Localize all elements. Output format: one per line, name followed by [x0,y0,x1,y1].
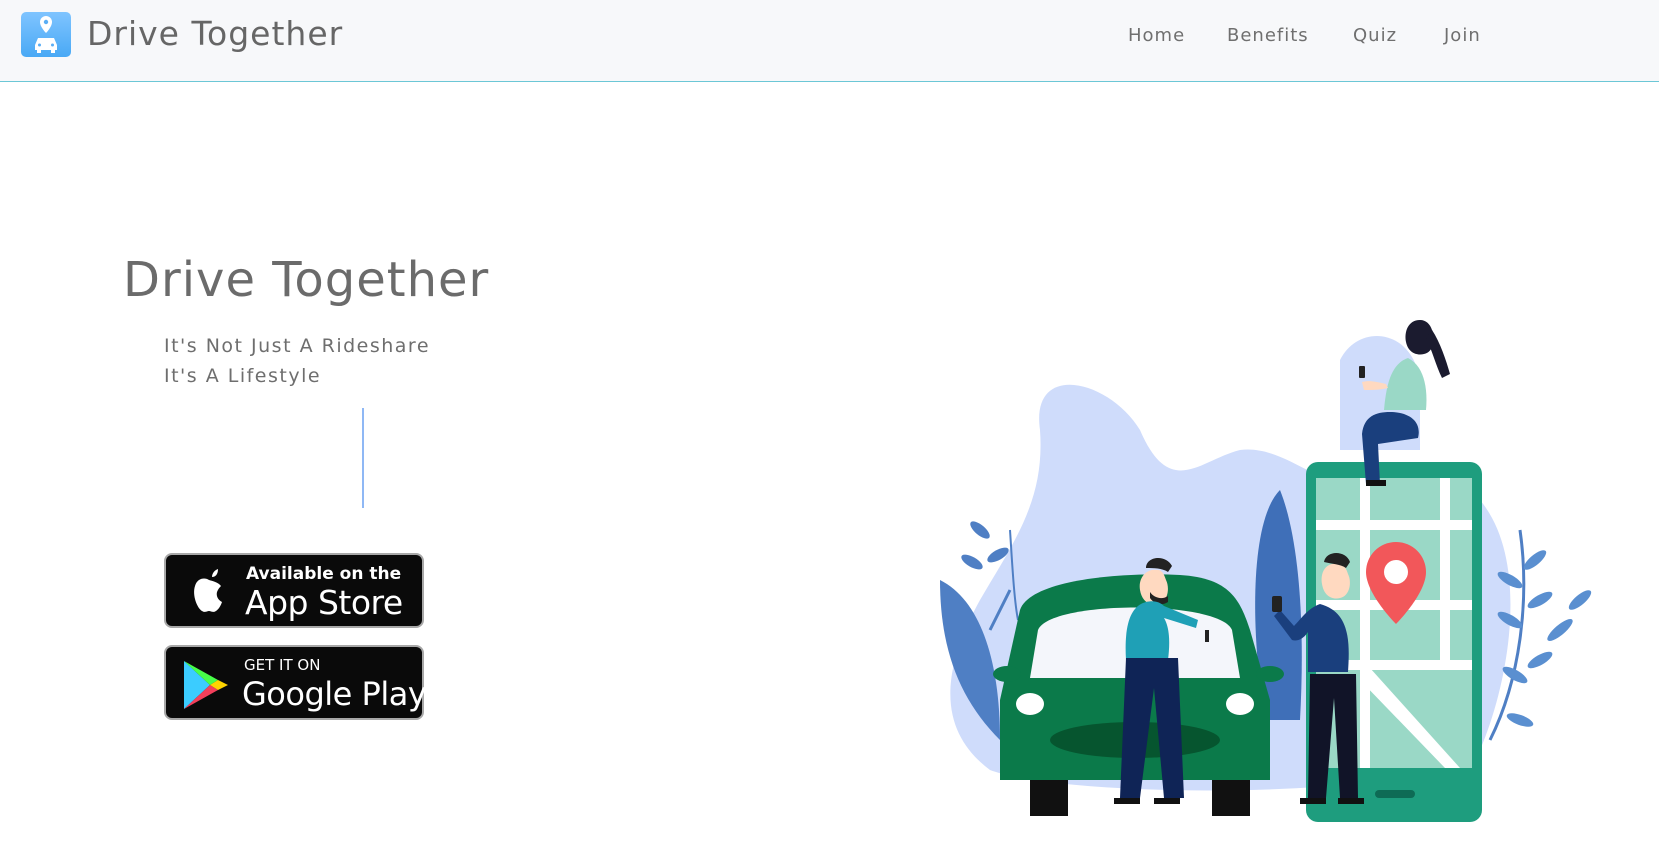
navbar: Drive Together Home Benefits Quiz Join [0,0,1659,82]
rideshare-illustration [940,320,1592,822]
nav-quiz[interactable]: Quiz [1353,25,1397,46]
googleplay-big-text: Google Play [242,675,427,713]
nav-benefits[interactable]: Benefits [1227,25,1309,46]
hero-tagline-line-1: It's Not Just A Rideshare [164,335,431,357]
google-play-icon [184,661,228,709]
brand-logo-icon[interactable] [21,12,71,57]
hero-title: Drive Together [123,252,490,308]
nav-home[interactable]: Home [1128,25,1185,46]
brand-name[interactable]: Drive Together [87,14,343,53]
apple-icon [194,569,222,612]
appstore-small-text: Available on the [246,564,402,584]
googleplay-small-text: GET IT ON [244,656,321,674]
app-store-badge[interactable]: Available on the App Store [164,553,424,628]
appstore-big-text: App Store [245,583,403,622]
google-play-badge[interactable]: GET IT ON Google Play [164,645,427,720]
hero-tagline-line-2: It's A Lifestyle [164,365,322,387]
nav-join[interactable]: Join [1444,25,1481,46]
typing-caret [362,408,364,508]
